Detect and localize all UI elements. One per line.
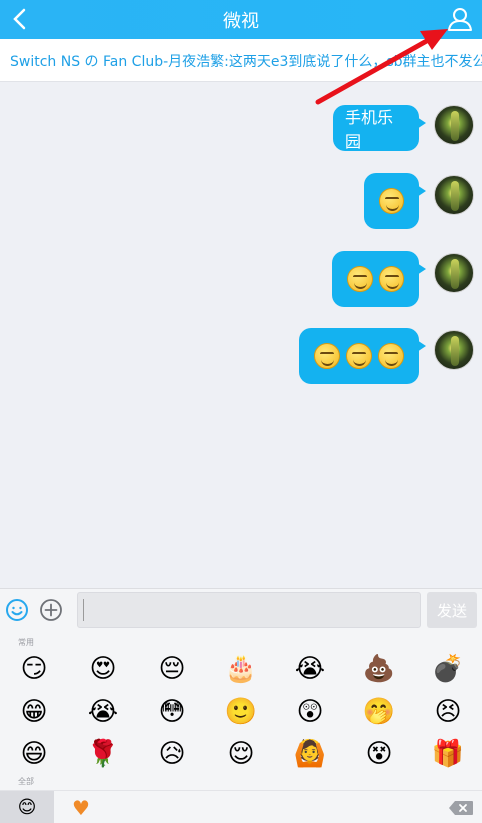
message-bubble[interactable] xyxy=(332,251,426,307)
emoji-item[interactable]: 😔 xyxy=(156,653,188,685)
profile-button[interactable] xyxy=(444,3,476,35)
emoji-item[interactable]: 💩 xyxy=(363,653,395,685)
emoji-item[interactable]: 😵 xyxy=(363,738,395,770)
smirk-emoji-icon xyxy=(378,343,404,369)
emoji-item[interactable]: 😭 xyxy=(294,653,326,685)
emoji-item[interactable]: 😥 xyxy=(156,738,188,770)
emoji-item[interactable]: 😌 xyxy=(225,738,257,770)
avatar[interactable] xyxy=(434,253,474,293)
emoji-item[interactable]: 😣 xyxy=(432,696,464,728)
message-text: 手机乐园 xyxy=(345,108,394,151)
emoji-item[interactable]: 🤭 xyxy=(363,696,395,728)
tab-emoji[interactable]: 😊 xyxy=(0,791,54,823)
emoji-item[interactable]: 😭 xyxy=(87,696,119,728)
message-row: 手机乐园 xyxy=(0,105,482,161)
emoji-item[interactable]: 😳 xyxy=(156,696,188,728)
message-input[interactable] xyxy=(77,592,421,628)
emoji-item[interactable]: 🙂 xyxy=(225,696,257,728)
smirk-emoji-icon xyxy=(379,188,404,214)
emoji-item[interactable]: 😏 xyxy=(18,653,50,685)
chat-screen: 微视 Switch NS の Fan Club-月夜浩繁:这两天e3到底说了什么… xyxy=(0,0,482,823)
avatar[interactable] xyxy=(434,330,474,370)
input-bar: 发送 xyxy=(0,588,482,632)
emoji-item[interactable]: 💣 xyxy=(432,653,464,685)
plus-icon[interactable] xyxy=(39,598,63,622)
message-bubble[interactable] xyxy=(299,328,426,384)
emoji-panel: 常用 😏 😍 😔 🎂 😭 💩 💣 😁 😭 😳 🙂 😲 🤭 😣 😄 🌹 😥 😌 🙆… xyxy=(0,632,482,790)
avatar[interactable] xyxy=(434,175,474,215)
smirk-emoji-icon xyxy=(346,343,372,369)
tab-favorites[interactable]: ♥ xyxy=(66,791,96,823)
emoji-item[interactable]: 🌹 xyxy=(87,738,119,770)
section-label-common: 常用 xyxy=(18,638,34,647)
chevron-left-icon xyxy=(13,8,26,30)
top-bar: 微视 xyxy=(0,0,482,39)
message-bubble[interactable]: 手机乐园 xyxy=(333,105,426,151)
emoji-item[interactable]: 😁 xyxy=(18,696,50,728)
avatar[interactable] xyxy=(434,105,474,145)
send-button[interactable]: 发送 xyxy=(427,592,477,628)
smirk-emoji-icon xyxy=(378,266,404,292)
emoji-item[interactable]: 🎁 xyxy=(432,738,464,770)
emoji-item[interactable]: 😍 xyxy=(87,653,119,685)
message-row xyxy=(0,328,482,384)
emoji-item[interactable]: 🎂 xyxy=(225,653,257,685)
emoji-item[interactable]: 🙆 xyxy=(294,738,326,770)
emoji-item[interactable]: 😲 xyxy=(294,696,326,728)
emoji-category-tabs: 😊 ♥ xyxy=(0,790,482,823)
message-bubble[interactable] xyxy=(364,173,426,229)
text-caret xyxy=(83,599,84,621)
page-title: 微视 xyxy=(223,10,259,32)
backspace-icon[interactable] xyxy=(448,800,474,816)
user-icon xyxy=(448,8,472,31)
smirk-emoji-icon xyxy=(347,266,373,292)
back-button[interactable] xyxy=(4,4,34,34)
smile-icon[interactable] xyxy=(5,598,29,622)
message-row xyxy=(0,173,482,229)
group-notice-banner[interactable]: Switch NS の Fan Club-月夜浩繁:这两天e3到底说了什么，sb… xyxy=(0,39,482,82)
section-label-all: 全部 xyxy=(18,777,34,786)
emoji-item[interactable]: 😄 xyxy=(18,738,50,770)
smirk-emoji-icon xyxy=(314,343,340,369)
message-row xyxy=(0,251,482,307)
banner-text: Switch NS の Fan Club-月夜浩繁:这两天e3到底说了什么，sb… xyxy=(10,54,482,70)
